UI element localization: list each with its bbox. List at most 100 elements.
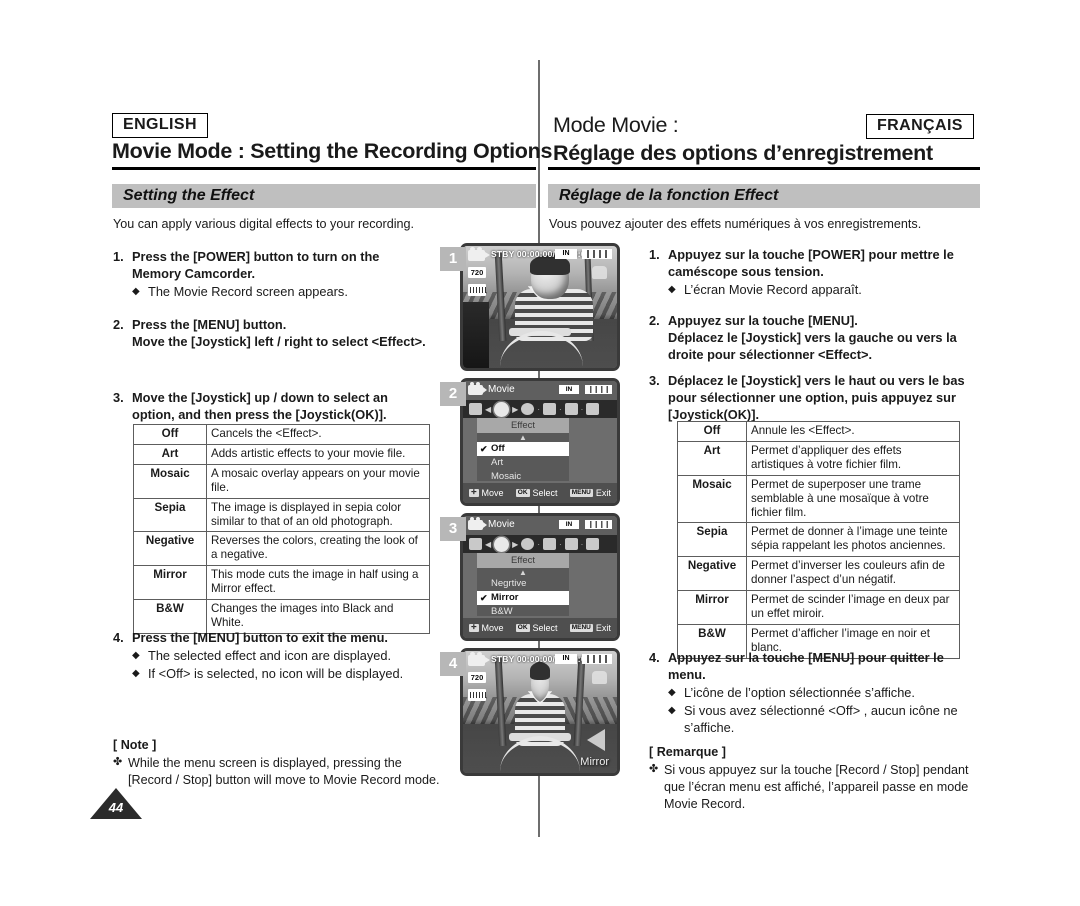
bl-compensation-icon[interactable]	[564, 538, 578, 550]
option-key: B&W	[133, 599, 207, 634]
option-key: Sepia	[133, 497, 207, 533]
menu-item-label: Mirror	[491, 592, 519, 603]
program-ae-icon[interactable]	[586, 538, 600, 550]
table-row: Sepia The image is displayed in sepia co…	[133, 497, 430, 533]
step-number: 2.	[113, 317, 124, 332]
step-number: 4.	[649, 650, 660, 665]
white-balance-icon[interactable]	[521, 538, 535, 550]
header-rule-english	[112, 167, 536, 170]
table-row: Art Adds artistic effects to your movie …	[133, 443, 430, 465]
note-row: ✤ Si vous appuyez sur la touche [Record …	[649, 762, 969, 813]
step-bullet-text: The Movie Record screen appears.	[148, 283, 348, 299]
step-bullet: ◆ Si vous avez sélectionné <Off> , aucun…	[668, 703, 975, 737]
effect-icon[interactable]	[494, 401, 510, 417]
chevron-right-icon[interactable]: ▶	[512, 540, 518, 549]
option-key: Negative	[677, 556, 747, 592]
focus-icon[interactable]	[542, 403, 556, 415]
scroll-up-arrow-icon[interactable]: ▲	[477, 433, 569, 442]
hint-label: Exit	[595, 623, 611, 633]
menu-hint-bar: ✛ Move OK Select MENU Exit	[463, 618, 617, 638]
note-text: While the menu screen is displayed, pres…	[128, 756, 440, 787]
step-number: 3.	[113, 390, 124, 405]
chevron-left-icon[interactable]: ◀	[485, 405, 491, 414]
option-key: Art	[133, 443, 207, 465]
step-bullet: ◆ L’écran Movie Record apparaît.	[668, 282, 975, 299]
hint-select: OK Select	[515, 623, 558, 633]
menu-item-label: Off	[491, 443, 505, 454]
menu-item-label: Mosaic	[491, 471, 522, 482]
camcorder-icon	[468, 517, 487, 530]
table-row: B&W Changes the images into Black and Wh…	[133, 599, 430, 634]
page-number-text: 44	[108, 800, 124, 815]
chevron-right-icon[interactable]: ▶	[512, 405, 518, 414]
hint-move: ✛ Move	[469, 623, 504, 633]
step-french-3: 3. Déplacez le [Joystick] vers le haut o…	[649, 373, 975, 424]
program-ae-icon[interactable]	[586, 403, 600, 415]
menu-item-bw[interactable]: B&W	[477, 605, 569, 619]
step-english-2: 2. Press the [MENU] button. Move the [Jo…	[113, 317, 428, 351]
hint-move: ✛ Move	[469, 488, 504, 498]
menu-option-list[interactable]: ▲ ✔ Off Art Mosaic ▼	[477, 433, 569, 493]
effect-options-table-english: Off Cancels the <Effect>. Art Adds artis…	[133, 424, 430, 634]
effect-icon[interactable]	[494, 536, 510, 552]
step-number: 1.	[649, 247, 660, 262]
ok-key-icon: OK	[515, 488, 530, 498]
battery-icon	[585, 520, 612, 529]
note-block-french: [ Remarque ] ✤ Si vous appuyez sur la to…	[649, 744, 969, 813]
diamond-bullet-icon: ◆	[132, 667, 140, 679]
page-title-french-line1: Mode Movie :	[553, 113, 679, 137]
battery-icon	[585, 385, 612, 394]
screenshot-index: 4	[440, 652, 466, 676]
diamond-bullet-icon: ◆	[132, 285, 140, 297]
memory-in-icon: IN	[555, 654, 577, 664]
menu-titlebar: Movie IN	[463, 516, 617, 535]
note-title: [ Note ]	[113, 738, 157, 752]
menu-key-icon: MENU	[569, 488, 593, 498]
menu-screen: Movie IN ◀ ▶ · · · Effect	[463, 516, 617, 638]
resolution-720-icon: 720	[468, 267, 486, 278]
scroll-up-arrow-icon[interactable]: ▲	[477, 568, 569, 577]
chevron-left-icon[interactable]: ◀	[485, 540, 491, 549]
screenshot-4: 4 STBY 00:00:00/00:40:05 720 IN Mirror	[440, 648, 620, 776]
option-desc: Permet d’inverser les couleurs afin de d…	[746, 556, 960, 592]
step-bullet-text: L’icône de l’option sélectionnée s’affic…	[684, 684, 915, 700]
auto-mode-icon[interactable]	[469, 403, 482, 415]
menu-item-label: Art	[491, 457, 504, 468]
menu-hint-bar: ✛ Move OK Select MENU Exit	[463, 483, 617, 503]
lcd-frame: STBY 00:00:00/00:40:05 720 IN Mirror	[460, 648, 620, 776]
table-row: Off Cancels the <Effect>.	[133, 424, 430, 445]
hint-select: OK Select	[515, 488, 558, 498]
resolution-720-icon: 720	[468, 672, 486, 683]
step-bullet: ◆ The Movie Record screen appears.	[132, 284, 428, 301]
screenshot-index: 2	[440, 382, 466, 406]
menu-icon-row[interactable]: ◀ ▶ · · ·	[463, 400, 617, 418]
step-bullet: ◆ L’icône de l’option sélectionnée s’aff…	[668, 685, 975, 702]
note-text: Si vous appuyez sur la touche [Record / …	[664, 763, 969, 811]
option-key: Mosaic	[677, 474, 747, 524]
option-key: Mirror	[677, 590, 747, 625]
auto-mode-icon[interactable]	[469, 538, 482, 550]
option-key: Mosaic	[133, 463, 207, 499]
option-key: Off	[677, 421, 747, 442]
white-balance-icon[interactable]	[521, 403, 535, 415]
language-badge-english: ENGLISH	[112, 113, 208, 139]
battery-icon	[582, 249, 612, 259]
step-english-4: 4. Press the [MENU] button to exit the m…	[113, 630, 443, 683]
menu-icon-row[interactable]: ◀ ▶ · · ·	[463, 535, 617, 553]
menu-item-negative[interactable]: Negrtive	[477, 577, 569, 591]
note-marker-icon: ✤	[649, 763, 659, 775]
screenshot-3: 3 Movie IN ◀ ▶ · · · Effect ▲ Negrtive ✔…	[440, 513, 620, 641]
memory-in-icon: IN	[555, 249, 577, 259]
section-title-french: Réglage de la fonction Effect	[548, 184, 980, 208]
menu-item-mosaic[interactable]: Mosaic	[477, 470, 569, 484]
diamond-bullet-icon: ◆	[668, 686, 676, 698]
focus-icon[interactable]	[542, 538, 556, 550]
diamond-bullet-icon: ◆	[668, 704, 676, 716]
step-number: 1.	[113, 249, 124, 264]
menu-item-mirror[interactable]: ✔ Mirror	[477, 591, 569, 605]
menu-option-list[interactable]: ▲ Negrtive ✔ Mirror B&W ▼	[477, 568, 569, 628]
menu-item-art[interactable]: Art	[477, 456, 569, 470]
bl-compensation-icon[interactable]	[564, 403, 578, 415]
menu-item-off[interactable]: ✔ Off	[477, 442, 569, 456]
option-desc: Annule les <Effect>.	[746, 421, 960, 442]
